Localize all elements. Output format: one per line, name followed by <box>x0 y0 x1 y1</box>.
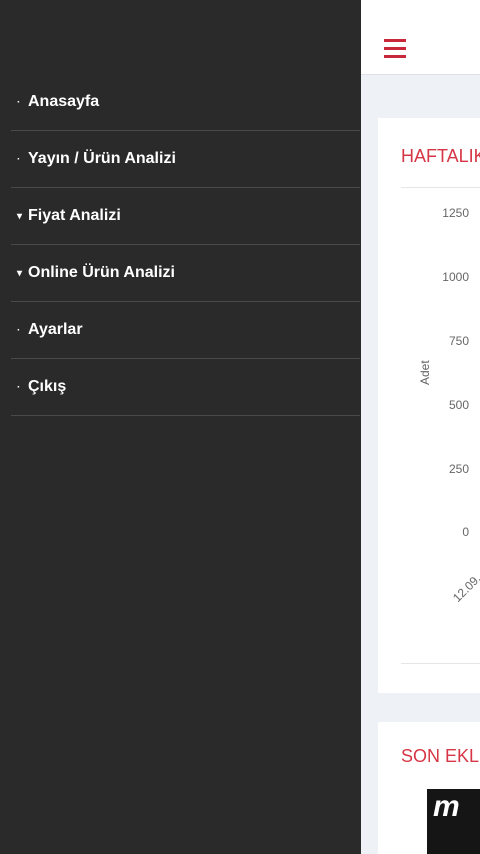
menu-item-online-urun-analizi[interactable]: ▾ Online Ürün Analizi <box>11 245 360 302</box>
menu-item-label: Çıkış <box>28 378 67 395</box>
card-divider <box>401 187 480 188</box>
menu-item-label: Online Ürün Analizi <box>28 264 175 281</box>
screen: · Anasayfa · Yayın / Ürün Analizi ▾ Fiya… <box>0 0 480 854</box>
latest-card-title: SON EKLE <box>401 746 480 766</box>
latest-added-card: SON EKLE m <box>378 722 480 854</box>
navigation-drawer: · Anasayfa · Yayın / Ürün Analizi ▾ Fiya… <box>0 0 361 854</box>
menu-item-cikis[interactable]: · Çıkış <box>11 359 360 416</box>
hamburger-menu-icon[interactable] <box>384 39 406 59</box>
y-tick: 0 <box>462 525 469 539</box>
menu-item-ayarlar[interactable]: · Ayarlar <box>11 302 360 359</box>
caret-down-icon: ▾ <box>17 210 23 222</box>
thumbnail-logo-text: m <box>433 790 460 823</box>
bullet-icon: · <box>17 381 21 393</box>
y-tick: 500 <box>448 398 469 412</box>
weekly-card-title: HAFTALIK <box>401 146 480 166</box>
bullet-icon: · <box>17 153 21 165</box>
menu-item-label: Anasayfa <box>28 93 100 110</box>
y-tick: 250 <box>448 462 469 476</box>
y-tick: 1250 <box>442 206 469 220</box>
menu-item-fiyat-analizi[interactable]: ▾ Fiyat Analizi <box>11 188 360 245</box>
y-tick: 750 <box>448 334 469 348</box>
menu-item-label: Yayın / Ürün Analizi <box>28 150 176 167</box>
menu-item-label: Fiyat Analizi <box>28 207 121 224</box>
bullet-icon: · <box>17 96 21 108</box>
caret-down-icon: ▾ <box>17 267 23 279</box>
y-tick: 1000 <box>442 270 469 284</box>
menu-item-yayin-urun-analizi[interactable]: · Yayın / Ürün Analizi <box>11 131 360 188</box>
drawer-menu: · Anasayfa · Yayın / Ürün Analizi ▾ Fiya… <box>11 74 360 416</box>
x-tick: 12.09. <box>450 571 480 605</box>
main-content: HAFTALIK 1250 1000 750 500 250 0 Adet 12… <box>361 0 480 854</box>
bullet-icon: · <box>17 324 21 336</box>
y-axis-label: Adet <box>418 360 432 385</box>
menu-item-label: Ayarlar <box>28 321 83 338</box>
menu-item-anasayfa[interactable]: · Anasayfa <box>11 74 360 131</box>
product-thumbnail[interactable]: m <box>427 789 480 854</box>
weekly-chart-card: HAFTALIK 1250 1000 750 500 250 0 Adet 12… <box>378 118 480 693</box>
top-bar <box>361 0 480 75</box>
card-divider <box>401 663 480 664</box>
